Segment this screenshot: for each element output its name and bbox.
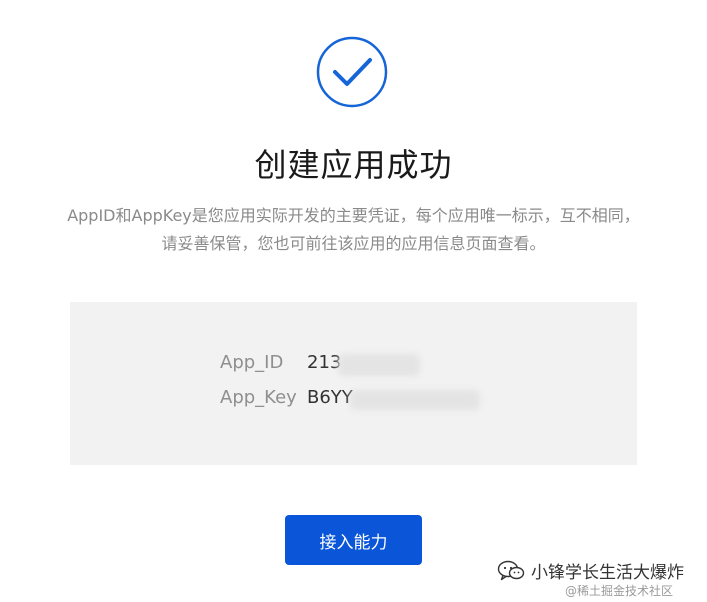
credentials-panel: App_ID 213 App_Key B6YY (70, 302, 637, 465)
wechat-icon (497, 560, 525, 581)
watermark-account-name: 小锋学长生活大爆炸 (531, 563, 684, 583)
app-key-label: App_Key (220, 387, 297, 408)
success-title: 创建应用成功 (254, 146, 453, 184)
watermark: 小锋学长生活大爆炸 @稀土掘金技术社区 (497, 558, 707, 602)
app-key-redacted-mask (350, 390, 480, 410)
watermark-site: @稀土掘金技术社区 (565, 584, 674, 598)
app-id-value: 213 (307, 352, 342, 373)
app-id-redacted-mask (338, 354, 420, 376)
check-circle-icon (316, 36, 388, 108)
success-description: AppID和AppKey是您应用实际开发的主要凭证，每个应用唯一标示，互不相同，… (67, 206, 640, 253)
access-capability-button[interactable]: 接入能力 (285, 515, 422, 565)
app-id-label: App_ID (220, 352, 284, 373)
app-key-value: B6YY (307, 387, 353, 408)
